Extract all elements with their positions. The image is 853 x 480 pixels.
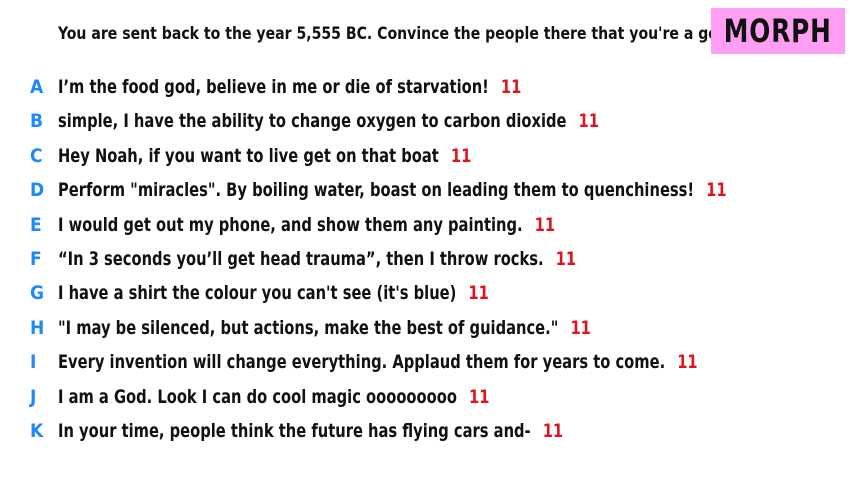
question-prompt: You are sent back to the year 5,555 BC. … [58, 24, 734, 44]
answer-line: simple, I have the ability to change oxy… [58, 110, 599, 132]
answer-text: "I may be silenced, but actions, make th… [58, 316, 559, 339]
answer-letter: K [30, 420, 44, 442]
answer-text: “In 3 seconds you’ll get head trauma”, t… [58, 248, 544, 270]
answer-letter: I [30, 351, 37, 374]
answer-letter: D [30, 179, 45, 202]
answer-letter: C [30, 144, 43, 167]
answer-score: 11 [706, 179, 727, 202]
answer-text: I’m the food god, believe in me or die o… [58, 76, 489, 98]
answer-row: A I’m the food god, believe in me or die… [0, 70, 853, 104]
answer-line: "I may be silenced, but actions, make th… [58, 317, 591, 339]
answer-letter: B [30, 110, 44, 133]
answer-line: Every invention will change everything. … [58, 351, 698, 373]
answer-row: J I am a God. Look I can do cool magic o… [0, 380, 853, 414]
answer-line: I’m the food god, believe in me or die o… [58, 76, 521, 98]
answer-line: In your time, people think the future ha… [58, 420, 563, 442]
answer-text: Hey Noah, if you want to live get on tha… [58, 144, 439, 167]
answer-score: 11 [534, 213, 556, 236]
answer-letter: A [30, 76, 44, 98]
answer-letter: J [30, 385, 37, 408]
answer-score: 11 [500, 76, 522, 98]
answer-line: “In 3 seconds you’ll get head trauma”, t… [58, 248, 576, 270]
answer-line: I am a God. Look I can do cool magic ooo… [58, 386, 489, 408]
answer-score: 11 [578, 110, 599, 133]
answer-score: 11 [555, 248, 577, 270]
answer-text: I have a shirt the colour you can't see … [58, 282, 457, 305]
answer-row: B simple, I have the ability to change o… [0, 104, 853, 138]
answer-row: G I have a shirt the colour you can't se… [0, 276, 853, 310]
answer-line: I would get out my phone, and show them … [58, 214, 555, 236]
answer-text: I am a God. Look I can do cool magic ooo… [58, 385, 457, 408]
answer-score: 11 [468, 282, 489, 305]
answer-score: 11 [468, 385, 490, 408]
answer-text: simple, I have the ability to change oxy… [58, 110, 567, 133]
answer-score: 11 [570, 316, 591, 339]
answer-row: I Every invention will change everything… [0, 345, 853, 379]
answer-line: Hey Noah, if you want to live get on tha… [58, 145, 471, 167]
answer-letter: E [30, 213, 42, 236]
answer-letter: G [30, 282, 45, 305]
answer-letter: H [30, 316, 45, 339]
answer-row: E I would get out my phone, and show the… [0, 208, 853, 242]
answer-text: I would get out my phone, and show them … [58, 213, 523, 236]
answer-text: In your time, people think the future ha… [58, 420, 531, 442]
answer-score: 11 [450, 144, 472, 167]
answer-text: Every invention will change everything. … [58, 351, 666, 374]
answer-row: F “In 3 seconds you’ll get head trauma”,… [0, 242, 853, 276]
answer-score: 11 [542, 420, 564, 442]
answer-row: D Perform "miracles". By boiling water, … [0, 173, 853, 207]
answer-row: K In your time, people think the future … [0, 414, 853, 448]
answer-row: H "I may be silenced, but actions, make … [0, 311, 853, 345]
morph-badge: MORPH [711, 8, 845, 54]
answer-letter: F [30, 248, 42, 270]
answer-line: Perform "miracles". By boiling water, bo… [58, 179, 727, 201]
answer-score: 11 [677, 351, 698, 374]
answer-row: C Hey Noah, if you want to live get on t… [0, 139, 853, 173]
answer-line: I have a shirt the colour you can't see … [58, 282, 489, 304]
answer-text: Perform "miracles". By boiling water, bo… [58, 179, 695, 202]
badge-label: MORPH [724, 12, 832, 50]
